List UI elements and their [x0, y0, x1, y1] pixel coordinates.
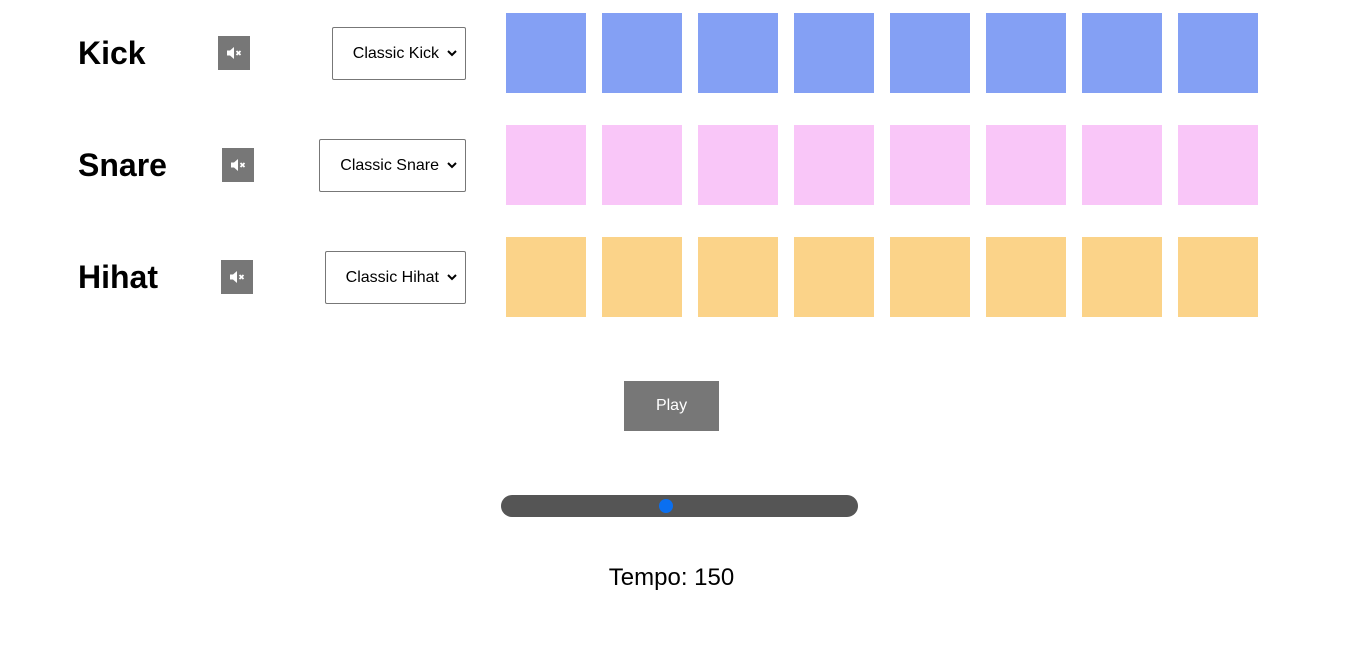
step-pad[interactable]: [986, 237, 1066, 317]
track-row-snare: Snare Classic Snare: [0, 125, 1346, 205]
slider-thumb[interactable]: [659, 499, 674, 513]
sound-select-value: Classic Kick: [352, 44, 439, 62]
tempo-label: Tempo: 150: [0, 564, 1343, 592]
step-pad[interactable]: [890, 13, 970, 93]
volume-mute-icon: [227, 47, 242, 59]
step-pad[interactable]: [794, 13, 874, 93]
step-pad[interactable]: [890, 237, 970, 317]
pad-row: [506, 237, 1258, 317]
pad-row: [506, 125, 1258, 205]
sound-select[interactable]: Classic Kick: [331, 27, 466, 80]
step-pad[interactable]: [506, 237, 586, 317]
tempo-slider[interactable]: [501, 495, 858, 517]
step-pad[interactable]: [986, 125, 1066, 205]
step-pad[interactable]: [506, 125, 586, 205]
track-name: Kick: [78, 35, 146, 71]
track-name: Snare: [78, 147, 167, 183]
chevron-down-icon: [447, 50, 457, 57]
step-pad[interactable]: [1178, 237, 1258, 317]
step-pad[interactable]: [1082, 125, 1162, 205]
mute-button[interactable]: [218, 36, 250, 70]
step-pad[interactable]: [794, 237, 874, 317]
track-row-hihat: Hihat Classic Hihat: [0, 237, 1346, 317]
step-pad[interactable]: [698, 125, 778, 205]
sound-select[interactable]: Classic Hihat: [324, 251, 466, 304]
play-button[interactable]: Play: [624, 381, 719, 431]
track-name: Hihat: [78, 259, 158, 295]
track-row-kick: Kick Classic Kick: [0, 13, 1346, 93]
step-pad[interactable]: [506, 13, 586, 93]
step-pad[interactable]: [1178, 13, 1258, 93]
step-pad[interactable]: [1082, 237, 1162, 317]
step-pad[interactable]: [890, 125, 970, 205]
step-pad[interactable]: [698, 13, 778, 93]
step-pad[interactable]: [986, 13, 1066, 93]
sound-select-value: Classic Snare: [340, 156, 439, 174]
step-pad[interactable]: [1082, 13, 1162, 93]
pad-row: [506, 13, 1258, 93]
chevron-down-icon: [447, 274, 457, 281]
step-pad[interactable]: [602, 13, 682, 93]
step-pad[interactable]: [602, 125, 682, 205]
step-pad[interactable]: [1178, 125, 1258, 205]
volume-mute-icon: [231, 159, 246, 171]
sound-select-value: Classic Hihat: [345, 268, 439, 286]
mute-button[interactable]: [222, 148, 254, 182]
step-pad[interactable]: [602, 237, 682, 317]
tempo-value: 150: [694, 564, 735, 591]
sound-select[interactable]: Classic Snare: [319, 139, 466, 192]
chevron-down-icon: [447, 162, 457, 169]
mute-button[interactable]: [221, 260, 253, 294]
step-pad[interactable]: [794, 125, 874, 205]
tempo-label-text: Tempo:: [608, 564, 695, 591]
volume-mute-icon: [230, 271, 245, 283]
step-pad[interactable]: [698, 237, 778, 317]
